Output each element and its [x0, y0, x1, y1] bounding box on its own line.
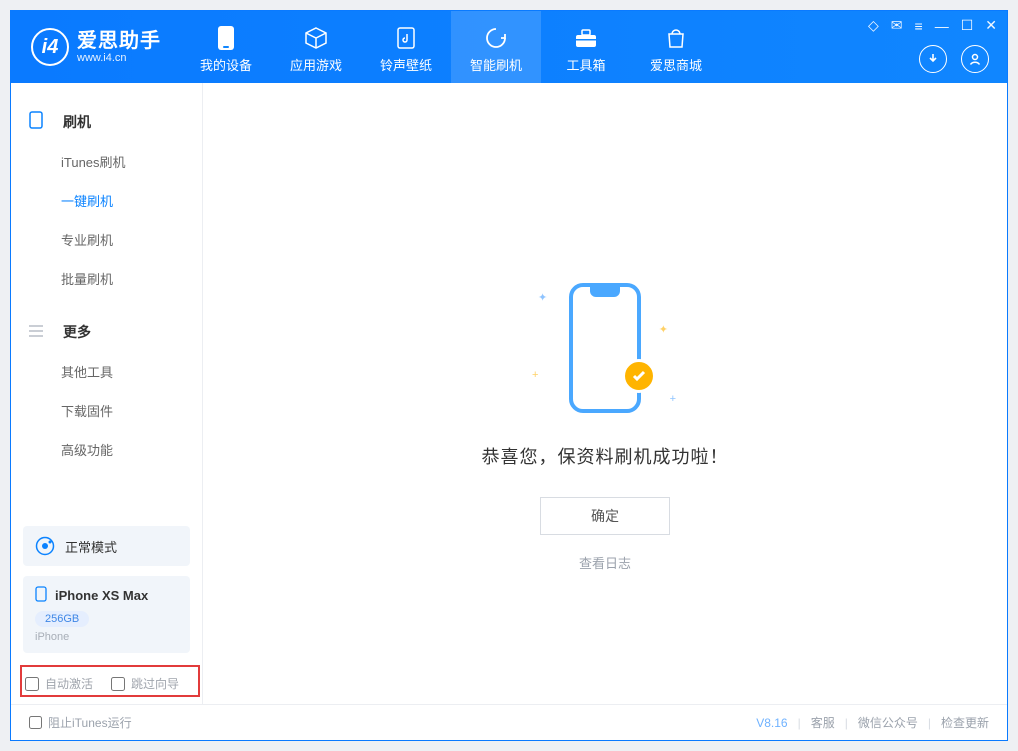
tshirt-icon[interactable]: ◇	[868, 17, 879, 34]
checkmark-badge-icon	[622, 359, 656, 393]
sparkle-icon: ✦	[659, 323, 668, 336]
app-logo-icon: i4	[31, 28, 69, 66]
device-type: iPhone	[35, 631, 178, 643]
tab-ringtones[interactable]: 铃声壁纸	[361, 11, 451, 83]
logo-block: i4 爱思助手 www.i4.cn	[11, 28, 181, 66]
view-log-link[interactable]: 查看日志	[579, 553, 631, 572]
footer-right: V8.16 | 客服 | 微信公众号 | 检查更新	[756, 714, 989, 731]
option-auto-activate[interactable]: 自动激活	[25, 675, 93, 692]
sidebar-item-download-firmware[interactable]: 下载固件	[11, 391, 202, 430]
maximize-button[interactable]: ☐	[961, 17, 974, 34]
device-info-box[interactable]: iPhone XS Max 256GB iPhone	[23, 576, 190, 653]
feedback-icon[interactable]: ✉	[891, 17, 903, 34]
app-title: 爱思助手	[77, 30, 161, 52]
device-storage-badge: 256GB	[35, 611, 89, 627]
options-row: 自动激活 跳过向导	[11, 663, 202, 704]
footer-link-cs[interactable]: 客服	[811, 714, 835, 731]
tab-store[interactable]: 爱思商城	[631, 11, 721, 83]
device-phone-icon	[35, 586, 47, 605]
success-illustration: ✦ ✦ + +	[520, 273, 690, 423]
result-message: 恭喜您，保资料刷机成功啦！	[482, 443, 729, 469]
music-file-icon	[394, 26, 418, 50]
device-mode-box[interactable]: 正常模式	[23, 526, 190, 566]
device-mode-label: 正常模式	[65, 537, 117, 556]
ok-button[interactable]: 确定	[540, 497, 670, 535]
skip-guide-checkbox[interactable]	[111, 677, 125, 691]
block-itunes-option[interactable]: 阻止iTunes运行	[29, 714, 132, 731]
device-name: iPhone XS Max	[55, 588, 148, 603]
result-area: ✦ ✦ + + 恭喜您，保资料刷机成功啦！ 确定 查看日志	[482, 273, 729, 572]
bag-icon	[664, 26, 688, 50]
sidebar-item-pro-flash[interactable]: 专业刷机	[11, 220, 202, 259]
auto-activate-checkbox[interactable]	[25, 677, 39, 691]
sidebar-section-flash: 刷机	[11, 101, 202, 142]
refresh-shield-icon	[484, 26, 508, 50]
header: i4 爱思助手 www.i4.cn 我的设备 应用游戏 铃声壁纸 智能刷机	[11, 11, 1007, 83]
list-icon	[29, 324, 53, 340]
header-right-icons	[919, 45, 989, 73]
tab-toolbox[interactable]: 工具箱	[541, 11, 631, 83]
toolbox-icon	[574, 26, 598, 50]
sidebar-section-more: 更多	[11, 312, 202, 352]
option-skip-guide[interactable]: 跳过向导	[111, 675, 179, 692]
close-button[interactable]: ✕	[985, 17, 997, 34]
version-label: V8.16	[756, 716, 787, 730]
tab-smart-flash[interactable]: 智能刷机	[451, 11, 541, 83]
main-content: ✦ ✦ + + 恭喜您，保资料刷机成功啦！ 确定 查看日志	[203, 83, 1007, 704]
sidebar-item-batch-flash[interactable]: 批量刷机	[11, 259, 202, 298]
sidebar-item-other-tools[interactable]: 其他工具	[11, 352, 202, 391]
tab-app-games[interactable]: 应用游戏	[271, 11, 361, 83]
sidebar-item-one-click-flash[interactable]: 一键刷机	[11, 181, 202, 220]
download-button[interactable]	[919, 45, 947, 73]
sidebar-item-itunes-flash[interactable]: iTunes刷机	[11, 142, 202, 181]
phone-outline-icon	[569, 283, 641, 413]
top-nav-tabs: 我的设备 应用游戏 铃声壁纸 智能刷机 工具箱 爱思商城	[181, 11, 721, 83]
tab-my-device[interactable]: 我的设备	[181, 11, 271, 83]
normal-mode-icon	[35, 536, 55, 556]
body: 刷机 iTunes刷机 一键刷机 专业刷机 批量刷机 更多 其他工具 下载固件 …	[11, 83, 1007, 704]
minimize-button[interactable]: —	[935, 18, 949, 34]
sidebar-nav: 刷机 iTunes刷机 一键刷机 专业刷机 批量刷机 更多 其他工具 下载固件 …	[11, 83, 202, 516]
app-window: i4 爱思助手 www.i4.cn 我的设备 应用游戏 铃声壁纸 智能刷机	[10, 10, 1008, 741]
footer-link-update[interactable]: 检查更新	[941, 714, 989, 731]
menu-icon[interactable]: ≡	[915, 18, 923, 34]
sparkle-icon: ✦	[538, 291, 547, 304]
app-subtitle: www.i4.cn	[77, 52, 161, 64]
sidebar-item-advanced[interactable]: 高级功能	[11, 430, 202, 469]
sidebar: 刷机 iTunes刷机 一键刷机 专业刷机 批量刷机 更多 其他工具 下载固件 …	[11, 83, 203, 704]
phone-icon	[214, 26, 238, 50]
block-itunes-checkbox[interactable]	[29, 716, 42, 729]
user-button[interactable]	[961, 45, 989, 73]
sparkle-icon: +	[670, 393, 676, 405]
window-controls: ◇ ✉ ≡ — ☐ ✕	[868, 17, 997, 34]
sparkle-icon: +	[532, 369, 538, 381]
footer: 阻止iTunes运行 V8.16 | 客服 | 微信公众号 | 检查更新	[11, 704, 1007, 740]
sidebar-device-panel: 正常模式 iPhone XS Max 256GB iPhone	[11, 516, 202, 663]
device-small-icon	[29, 111, 53, 132]
cube-icon	[304, 26, 328, 50]
footer-link-wechat[interactable]: 微信公众号	[858, 714, 918, 731]
